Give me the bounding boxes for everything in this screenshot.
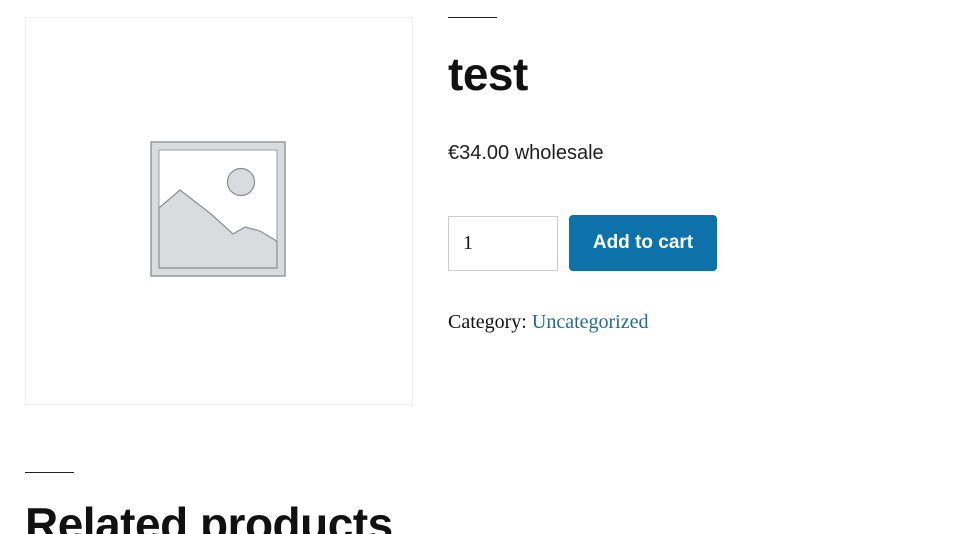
image-placeholder-icon: [150, 141, 286, 277]
product-title: test: [448, 48, 528, 100]
product-price: €34.00 wholesale: [448, 142, 604, 164]
related-separator: [25, 472, 74, 473]
product-meta: Category: Uncategorized: [448, 309, 648, 335]
category-link[interactable]: Uncategorized: [532, 311, 649, 333]
add-to-cart-button[interactable]: Add to cart: [569, 215, 717, 271]
product-page: test €34.00 wholesale Add to cart Catego…: [0, 0, 954, 534]
related-products-title: Related products: [25, 498, 393, 534]
product-image[interactable]: [25, 17, 413, 405]
quantity-input[interactable]: [448, 215, 558, 271]
category-label: Category:: [448, 311, 527, 333]
add-to-cart-form: Add to cart: [448, 215, 717, 271]
title-separator: [448, 17, 497, 18]
